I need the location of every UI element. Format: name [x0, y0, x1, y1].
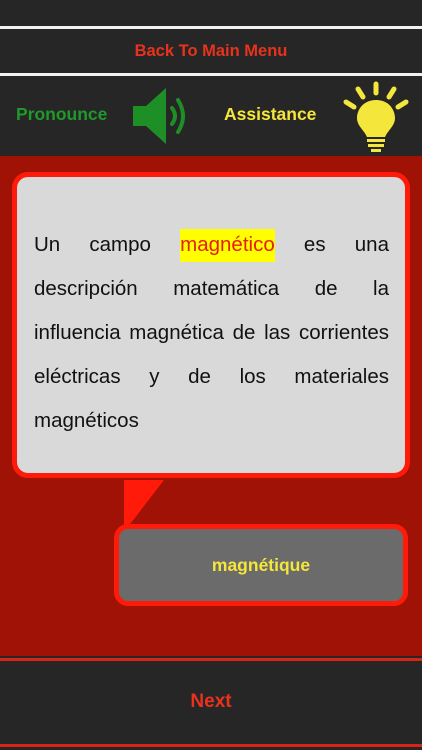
lightbulb-icon[interactable] — [340, 80, 412, 154]
divider-bottom-bottom — [0, 744, 422, 747]
top-bar — [0, 0, 422, 26]
question-text-after: es una descripción matemática de la infl… — [34, 233, 389, 432]
assistance-button[interactable]: Assistance — [224, 104, 316, 125]
speaker-icon[interactable] — [130, 84, 192, 148]
answer-bubble[interactable]: magnétique — [114, 524, 408, 606]
highlighted-word[interactable]: magnético — [180, 229, 275, 262]
divider-bottom-top — [0, 658, 422, 661]
back-to-main-menu-button[interactable]: Back To Main Menu — [0, 29, 422, 73]
question-bubble: Un campo magnético es una descripción ma… — [12, 172, 410, 478]
toolbar: Pronounce Assistance — [0, 76, 422, 156]
question-text-before: Un campo — [34, 233, 181, 256]
question-text: Un campo magnético es una descripción ma… — [34, 223, 389, 443]
next-button[interactable]: Next — [0, 663, 422, 741]
pronounce-button[interactable]: Pronounce — [16, 104, 107, 125]
